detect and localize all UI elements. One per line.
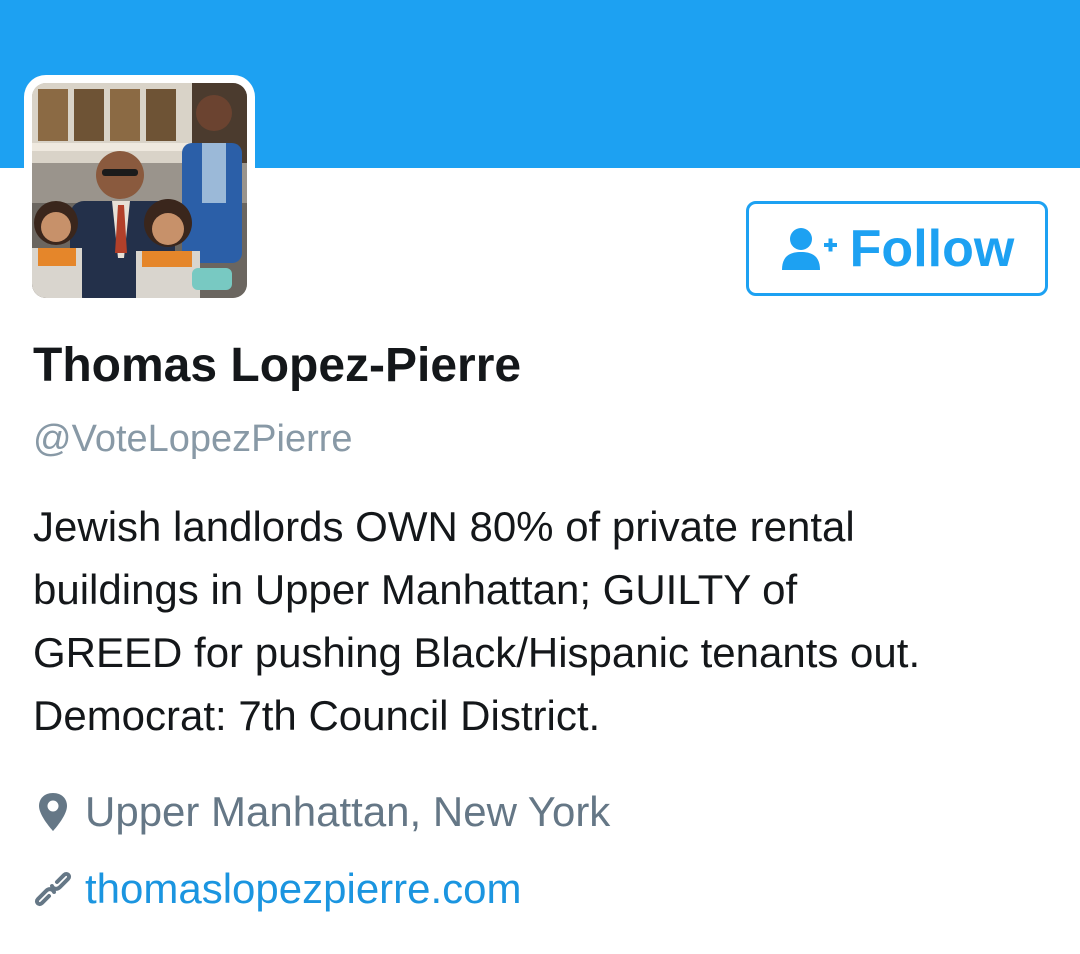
bio-line: GREED for pushing Black/Hispanic tenants… — [33, 629, 921, 676]
profile-bio: Jewish landlords OWN 80% of private rent… — [33, 495, 1063, 747]
website-link[interactable]: thomaslopezpierre.com — [85, 865, 522, 913]
follow-button[interactable]: Follow — [746, 201, 1048, 296]
location-text: Upper Manhattan, New York — [85, 788, 611, 835]
add-user-icon — [781, 227, 837, 270]
bio-line: Jewish landlords OWN 80% of private rent… — [33, 503, 855, 550]
user-handle: @VoteLopezPierre — [33, 418, 353, 460]
bio-line: buildings in Upper Manhattan; GUILTY of — [33, 566, 798, 613]
bio-line: Democrat: 7th Council District. — [33, 692, 601, 739]
profile-page: Follow Thomas Lopez-Pierre @VoteLopezPie… — [0, 0, 1080, 954]
map-pin-icon — [39, 793, 67, 831]
avatar[interactable] — [32, 83, 247, 298]
follow-button-label: Follow — [849, 219, 1015, 278]
location-row: Upper Manhattan, New York — [33, 788, 610, 836]
display-name: Thomas Lopez-Pierre — [33, 339, 522, 392]
avatar-frame[interactable] — [24, 75, 255, 306]
website-row: thomaslopezpierre.com — [33, 865, 522, 913]
link-icon — [34, 871, 72, 907]
